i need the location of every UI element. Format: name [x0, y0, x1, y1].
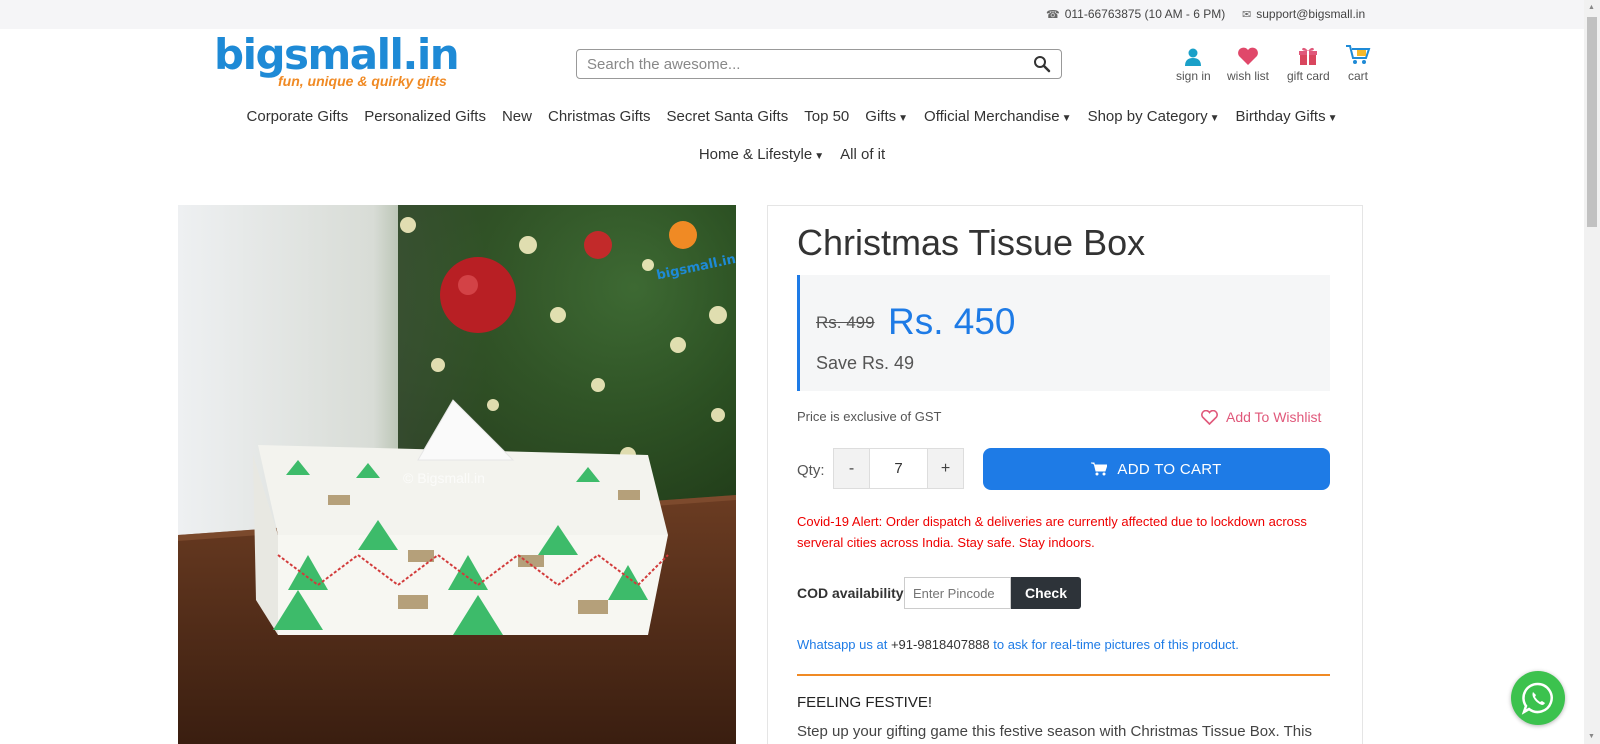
price-box: Rs. 499 Rs. 450 Save Rs. 49: [797, 275, 1330, 391]
search-input[interactable]: [587, 54, 1007, 74]
wishlist-label: wish list: [1227, 69, 1270, 83]
nav-shop-by-category-label: Shop by Category: [1087, 108, 1208, 125]
search-icon[interactable]: [1033, 55, 1051, 73]
site-logo[interactable]: bigsmall.in fun, unique & quirky gifts: [214, 30, 460, 93]
section-divider: [797, 674, 1330, 676]
product-title: Christmas Tissue Box: [797, 222, 1146, 263]
nav-corporate-gifts[interactable]: Corporate Gifts: [239, 108, 357, 125]
whatsapp-suffix: to ask for real-time pictures of this pr…: [989, 637, 1239, 652]
nav-birthday-gifts-dropdown[interactable]: Birthday Gifts ▼: [1228, 108, 1346, 125]
nav-gifts-label: Gifts: [865, 108, 897, 125]
nav-official-merchandise-label: Official Merchandise: [924, 108, 1060, 125]
nav-birthday-gifts-label: Birthday Gifts: [1235, 108, 1326, 125]
caret-down-icon: ▼: [1061, 113, 1072, 124]
giftcard-link[interactable]: gift card: [1287, 44, 1330, 83]
nav-shop-by-category-dropdown[interactable]: Shop by Category ▼: [1080, 108, 1228, 125]
nav-top-50[interactable]: Top 50: [796, 108, 857, 125]
wishlist-link[interactable]: wish list: [1227, 44, 1269, 83]
qty-decrement-button[interactable]: -: [834, 449, 869, 488]
main-nav-row2: Home & Lifestyle ▼ All of it: [0, 146, 1584, 163]
envelope-icon: ✉: [1242, 8, 1252, 21]
qty-input[interactable]: 7: [869, 449, 928, 488]
current-price: Rs. 450: [888, 301, 1016, 342]
nav-home-lifestyle-label: Home & Lifestyle: [698, 146, 813, 163]
covid-alert: Covid-19 Alert: Order dispatch & deliver…: [797, 514, 1307, 550]
signin-label: sign in: [1176, 69, 1211, 83]
email-text[interactable]: support@bigsmall.in: [1256, 7, 1365, 21]
whatsapp-icon: [1521, 682, 1553, 715]
top-bar: ☎ 011-66763875 (10 AM - 6 PM) ✉ support@…: [0, 0, 1584, 29]
caret-down-icon: ▼: [814, 151, 825, 162]
gst-note: Price is exclusive of GST: [797, 409, 942, 424]
cod-label: COD availability: [797, 585, 904, 601]
scroll-down-icon[interactable]: ▼: [1588, 733, 1595, 740]
nav-new[interactable]: New: [494, 108, 540, 125]
image-watermark: © Bigsmall.in: [403, 470, 485, 486]
pincode-input[interactable]: [904, 577, 1011, 609]
description-text: Step up your gifting game this festive s…: [797, 723, 1312, 740]
qty-increment-button[interactable]: +: [928, 449, 963, 488]
caret-down-icon: ▼: [1327, 113, 1338, 124]
description-heading: FEELING FESTIVE!: [797, 694, 933, 711]
phone-info: ☎ 011-66763875 (10 AM - 6 PM): [1046, 7, 1225, 21]
add-to-wishlist-link[interactable]: Add To Wishlist: [1201, 409, 1321, 425]
whatsapp-chat-button[interactable]: [1511, 671, 1565, 725]
heart-icon: [1238, 47, 1258, 65]
whatsapp-number[interactable]: +91-9818407888: [891, 637, 990, 652]
nav-home-lifestyle-dropdown[interactable]: Home & Lifestyle ▼: [691, 146, 832, 163]
gift-icon: [1299, 47, 1318, 65]
giftcard-label: gift card: [1287, 69, 1330, 83]
old-price: Rs. 499: [816, 313, 875, 332]
cart-icon: [1091, 462, 1108, 476]
caret-down-icon: ▼: [898, 113, 909, 124]
product-image[interactable]: © Bigsmall.in bigsmall.in: [178, 205, 736, 744]
nav-all-of-it[interactable]: All of it: [832, 146, 893, 163]
logo-tagline: fun, unique & quirky gifts: [278, 73, 447, 89]
whatsapp-prefix: Whatsapp us at: [797, 637, 891, 652]
savings-text: Save Rs. 49: [816, 353, 915, 373]
nav-official-merchandise-dropdown[interactable]: Official Merchandise ▼: [916, 108, 1080, 125]
check-pincode-button[interactable]: Check: [1011, 577, 1081, 609]
page-scrollbar[interactable]: ▲ ▼: [1584, 0, 1600, 744]
scrollbar-thumb[interactable]: [1587, 17, 1597, 227]
add-to-cart-label: ADD TO CART: [1117, 460, 1222, 478]
quantity-stepper: - 7 +: [833, 448, 964, 489]
qty-label: Qty:: [797, 462, 825, 479]
heart-outline-icon: [1201, 409, 1218, 425]
phone-text: 011-66763875 (10 AM - 6 PM): [1064, 7, 1226, 21]
user-icon: [1185, 48, 1202, 66]
cart-link[interactable]: cart: [1345, 44, 1371, 83]
nav-personalized-gifts[interactable]: Personalized Gifts: [356, 108, 494, 125]
email-info[interactable]: ✉ support@bigsmall.in: [1242, 7, 1365, 21]
search-bar: [576, 49, 1062, 79]
phone-icon: ☎: [1046, 8, 1060, 21]
whatsapp-note: Whatsapp us at +91-9818407888 to ask for…: [797, 637, 1239, 652]
nav-secret-santa-gifts[interactable]: Secret Santa Gifts: [659, 108, 797, 125]
nav-gifts-dropdown[interactable]: Gifts ▼: [857, 108, 916, 125]
nav-christmas-gifts[interactable]: Christmas Gifts: [540, 108, 659, 125]
main-nav: Corporate Gifts Personalized Gifts New C…: [0, 108, 1584, 125]
tissue-box-photo: © Bigsmall.in bigsmall.in: [178, 205, 736, 744]
scroll-up-icon[interactable]: ▲: [1588, 4, 1595, 11]
caret-down-icon: ▼: [1209, 113, 1220, 124]
logo-text: bigsmall.in: [214, 30, 460, 79]
add-to-wishlist-label: Add To Wishlist: [1226, 409, 1322, 425]
cart-label: cart: [1347, 69, 1368, 83]
cart-icon: [1346, 45, 1371, 64]
signin-link[interactable]: sign in: [1176, 44, 1211, 83]
add-to-cart-button[interactable]: ADD TO CART: [983, 448, 1330, 490]
